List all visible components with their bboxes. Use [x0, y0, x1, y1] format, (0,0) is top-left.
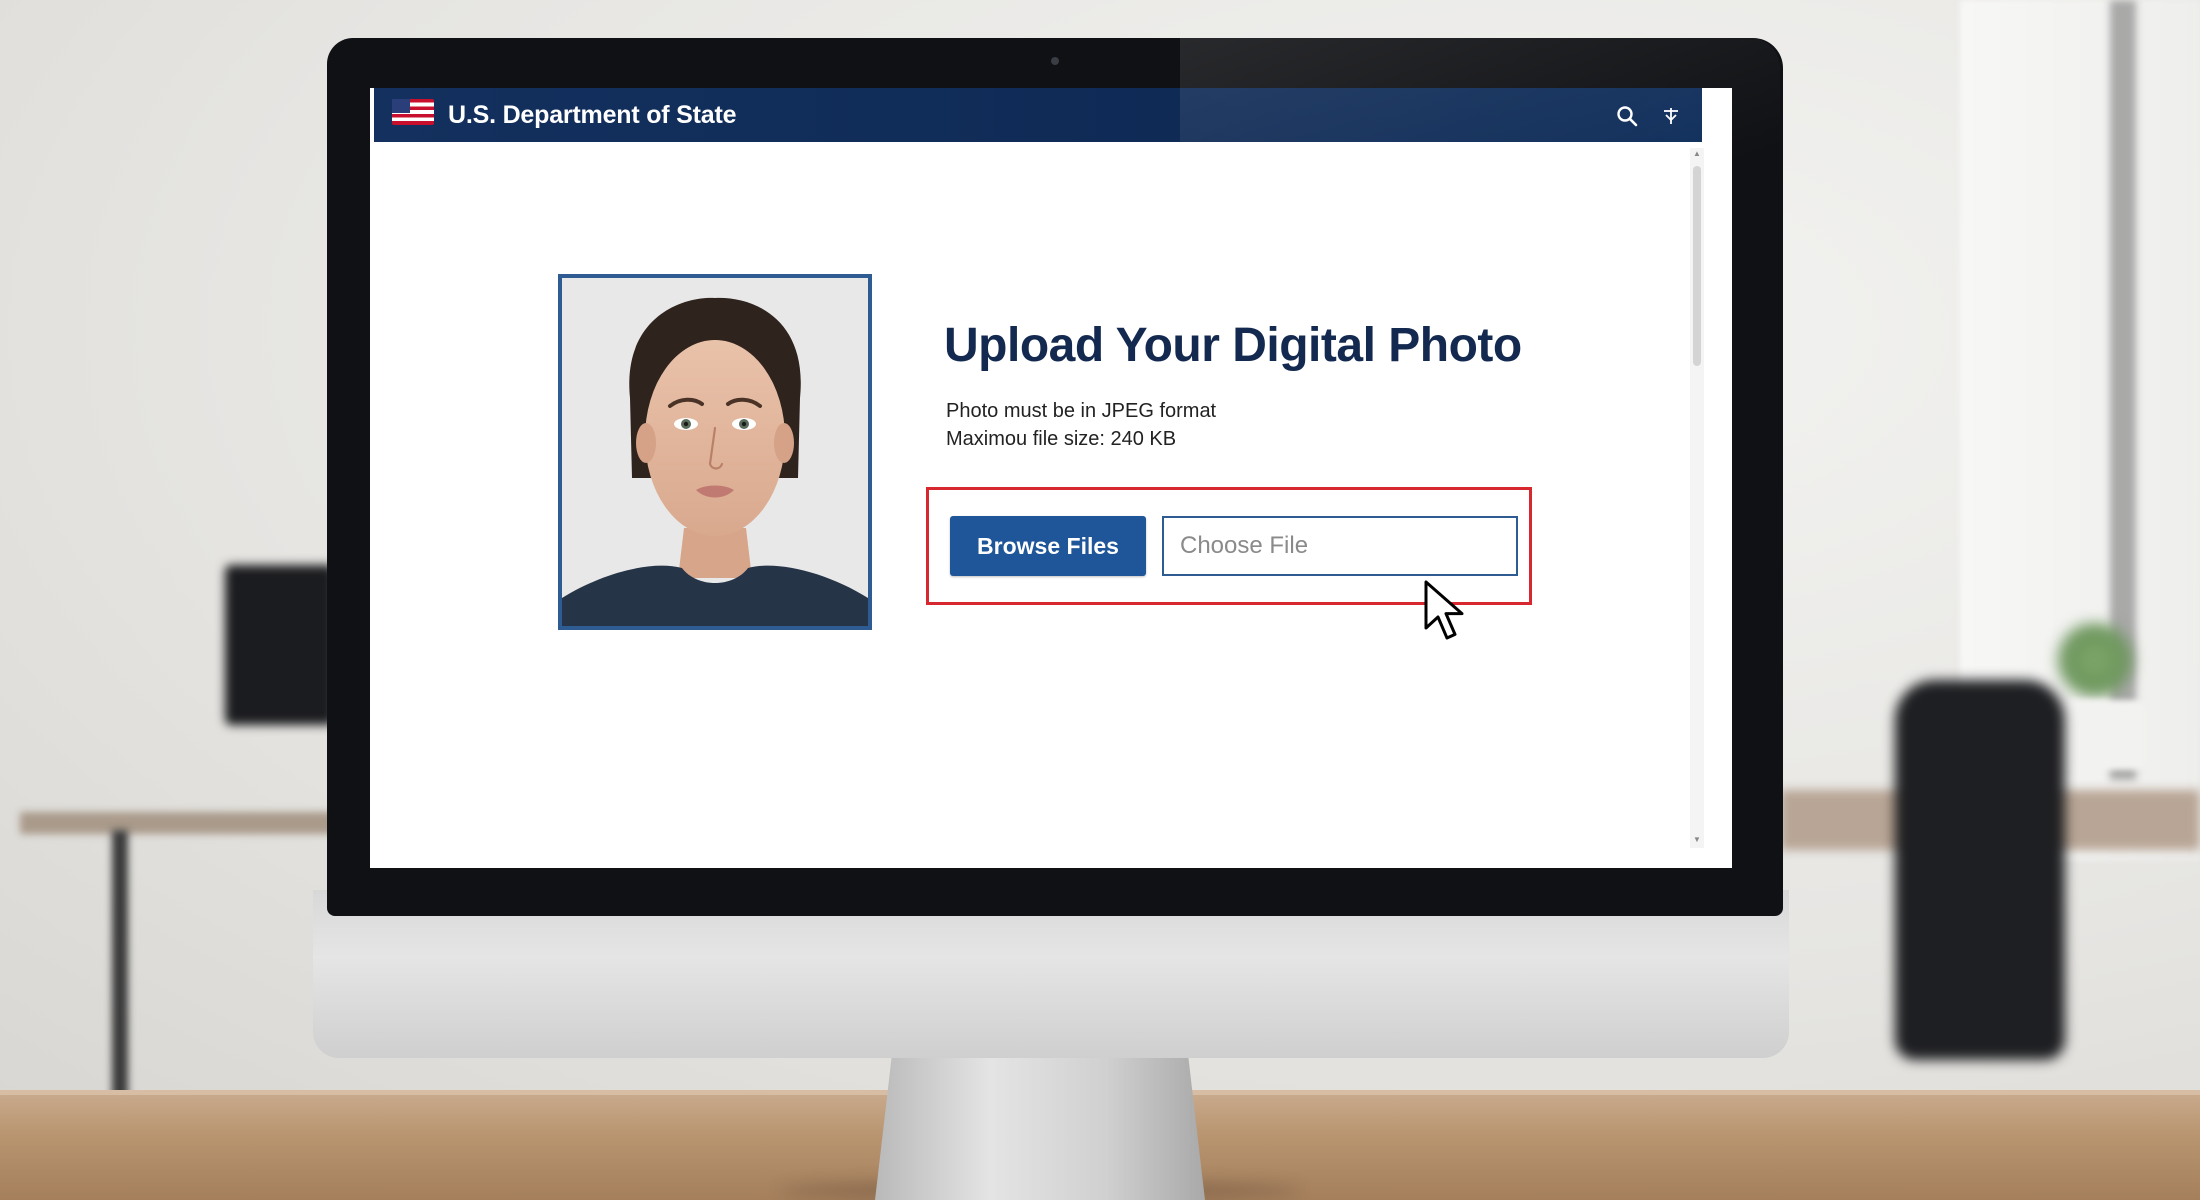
language-icon[interactable] — [1656, 102, 1686, 130]
site-header: U.S. Department of State — [374, 88, 1702, 142]
us-flag-icon — [392, 99, 434, 125]
office-chair — [1895, 680, 2065, 1060]
scroll-down-arrow-icon[interactable]: ▼ — [1693, 836, 1701, 844]
search-icon[interactable] — [1612, 102, 1642, 130]
agency-name[interactable]: U.S. Department of State — [448, 101, 737, 130]
screen: U.S. Department of State ▲ ▼ Upload Your… — [370, 88, 1732, 868]
plant — [2050, 620, 2140, 700]
photo-preview — [558, 274, 872, 630]
format-requirement: Photo must be in JPEG format — [946, 400, 1217, 422]
vertical-scrollbar[interactable]: ▲ ▼ — [1690, 148, 1704, 848]
choose-file-input[interactable] — [1162, 516, 1518, 576]
scroll-thumb[interactable] — [1693, 166, 1701, 366]
browse-files-button[interactable]: Browse Files — [950, 516, 1146, 576]
plant-pot — [2065, 700, 2145, 770]
webcam — [1051, 57, 1059, 65]
background-desk-leg — [112, 830, 128, 1130]
portrait-image — [562, 278, 868, 626]
page-title: Upload Your Digital Photo — [944, 319, 1522, 372]
scroll-up-arrow-icon[interactable]: ▲ — [1693, 150, 1701, 158]
background-monitor — [225, 565, 335, 725]
background-desk — [20, 812, 350, 834]
size-requirement: Maximou file size: 240 KB — [946, 428, 1177, 450]
